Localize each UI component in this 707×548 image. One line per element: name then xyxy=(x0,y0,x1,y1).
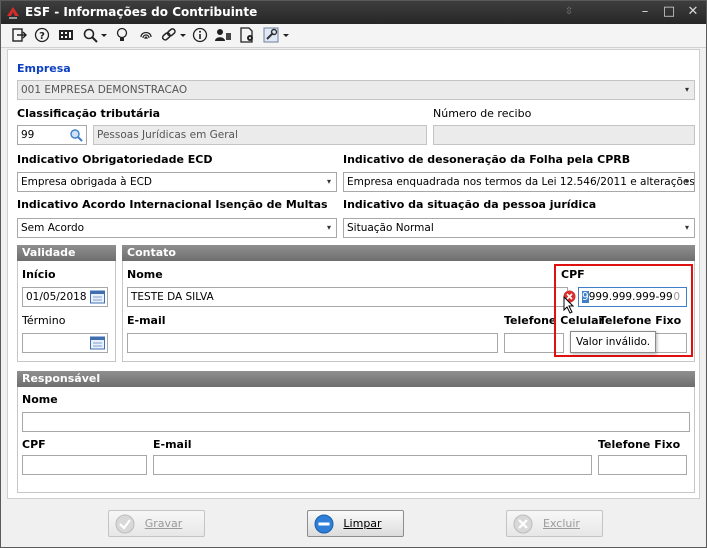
classificacao-desc-value: Pessoas Jurídicas em Geral xyxy=(97,129,238,141)
contato-email-label: E-mail xyxy=(127,314,166,327)
termino-date-input[interactable] xyxy=(22,333,108,353)
chevron-down-icon: ▾ xyxy=(684,223,689,232)
button-bar: Gravar Limpar Excluir xyxy=(1,501,706,547)
classificacao-desc-field: Pessoas Jurídicas em Geral xyxy=(93,125,427,145)
chevron-down-icon: ▾ xyxy=(684,85,689,94)
check-icon xyxy=(115,514,135,534)
empresa-value: 001 EMPRESA DEMONSTRACAO xyxy=(21,84,188,96)
chevron-down-icon: ▾ xyxy=(326,177,331,186)
calculator-icon[interactable] xyxy=(58,27,76,45)
mouse-cursor-icon xyxy=(563,295,575,317)
acordo-select[interactable]: Sem Acordo ▾ xyxy=(17,218,337,238)
contato-email-input[interactable] xyxy=(127,333,498,353)
delete-icon xyxy=(513,514,533,534)
gravar-label: Gravar xyxy=(144,517,183,530)
gravar-button[interactable]: Gravar xyxy=(108,510,205,537)
responsavel-nome-label: Nome xyxy=(22,393,58,406)
calendar-icon[interactable] xyxy=(90,290,105,304)
title-bar[interactable]: ESF - Informações do Contribuinte – □ ✕ … xyxy=(1,1,706,24)
responsavel-nome-input[interactable] xyxy=(22,412,690,432)
recibo-field xyxy=(433,125,695,145)
error-tooltip: Valor inválido. xyxy=(570,331,657,353)
empresa-select[interactable]: 001 EMPRESA DEMONSTRACAO ▾ xyxy=(17,80,695,100)
situacao-value: Situação Normal xyxy=(347,222,434,234)
empresa-label: Empresa xyxy=(17,62,71,75)
fingerprint-icon[interactable] xyxy=(138,27,154,45)
search-icon[interactable] xyxy=(82,27,108,45)
close-button[interactable]: ✕ xyxy=(683,3,703,21)
info-icon[interactable] xyxy=(192,27,209,45)
excluir-button[interactable]: Excluir xyxy=(506,510,603,537)
responsavel-panel xyxy=(17,387,695,493)
svg-text:?: ? xyxy=(39,31,45,42)
responsavel-email-input[interactable] xyxy=(153,455,592,475)
desoneracao-label: Indicativo de desoneração da Folha pela … xyxy=(343,153,631,166)
ecd-select[interactable]: Empresa obrigada à ECD ▾ xyxy=(17,172,337,192)
desoneracao-value: Empresa enquadrada nos termos da Lei 12.… xyxy=(347,176,695,188)
link-icon[interactable] xyxy=(161,27,187,45)
classificacao-label: Classificação tributária xyxy=(17,107,161,120)
desoneracao-select[interactable]: Empresa enquadrada nos termos da Lei 12.… xyxy=(343,172,695,192)
document-settings-icon[interactable] xyxy=(239,27,256,45)
window: ESF - Informações do Contribuinte – □ ✕ … xyxy=(0,0,707,548)
responsavel-email-label: E-mail xyxy=(153,438,192,451)
chevron-down-icon: ▾ xyxy=(326,223,331,232)
maximize-button[interactable]: □ xyxy=(659,3,679,21)
inicio-date-input[interactable]: 01/05/2018 xyxy=(22,287,108,307)
responsavel-cpf-label: CPF xyxy=(22,438,46,451)
situacao-select[interactable]: Situação Normal ▾ xyxy=(343,218,695,238)
inicio-value: 01/05/2018 xyxy=(26,291,87,303)
search-icon[interactable] xyxy=(69,128,83,144)
exit-icon[interactable] xyxy=(11,27,29,45)
inicio-label: Início xyxy=(22,268,56,281)
limpar-label: Limpar xyxy=(343,517,382,530)
contato-header: Contato xyxy=(122,245,695,261)
recibo-label: Número de recibo xyxy=(433,107,532,120)
validade-header: Validade xyxy=(17,245,116,261)
users-icon[interactable] xyxy=(214,27,232,45)
responsavel-fixo-input[interactable] xyxy=(598,455,687,475)
classificacao-code-value: 99 xyxy=(21,129,35,141)
minus-circle-icon xyxy=(314,514,334,534)
responsavel-cpf-input[interactable] xyxy=(22,455,147,475)
limpar-button[interactable]: Limpar xyxy=(307,510,404,537)
chevron-down-icon: ▾ xyxy=(684,177,689,186)
ecd-value: Empresa obrigada à ECD xyxy=(21,176,152,188)
help-icon[interactable]: ? xyxy=(34,27,52,45)
acordo-label: Indicativo Acordo Internacional Isenção … xyxy=(17,198,328,211)
form-area: Empresa 001 EMPRESA DEMONSTRACAO ▾ Class… xyxy=(7,49,700,499)
tools-icon[interactable] xyxy=(263,27,291,45)
lightbulb-icon[interactable] xyxy=(114,27,130,45)
calendar-icon[interactable] xyxy=(90,336,105,350)
window-title: ESF - Informações do Contribuinte xyxy=(25,5,258,19)
termino-label: Término xyxy=(22,314,66,327)
situacao-label: Indicativo da situação da pessoa jurídic… xyxy=(343,198,597,211)
app-logo-icon xyxy=(6,5,20,19)
toolbar: ? xyxy=(1,24,706,48)
minimize-button[interactable]: – xyxy=(635,3,655,21)
resize-cursor-icon: ⇳ xyxy=(564,6,574,17)
contato-nome-input[interactable]: TESTE DA SILVA xyxy=(127,287,568,307)
excluir-label: Excluir xyxy=(543,517,580,530)
ecd-label: Indicativo Obrigatoriedade ECD xyxy=(17,153,213,166)
acordo-value: Sem Acordo xyxy=(21,222,85,234)
contato-nome-value: TESTE DA SILVA xyxy=(131,291,214,303)
contato-nome-label: Nome xyxy=(127,268,163,281)
responsavel-fixo-label: Telefone Fixo xyxy=(598,438,681,451)
classificacao-code-input[interactable]: 99 xyxy=(17,125,87,145)
responsavel-header: Responsável xyxy=(17,371,695,387)
